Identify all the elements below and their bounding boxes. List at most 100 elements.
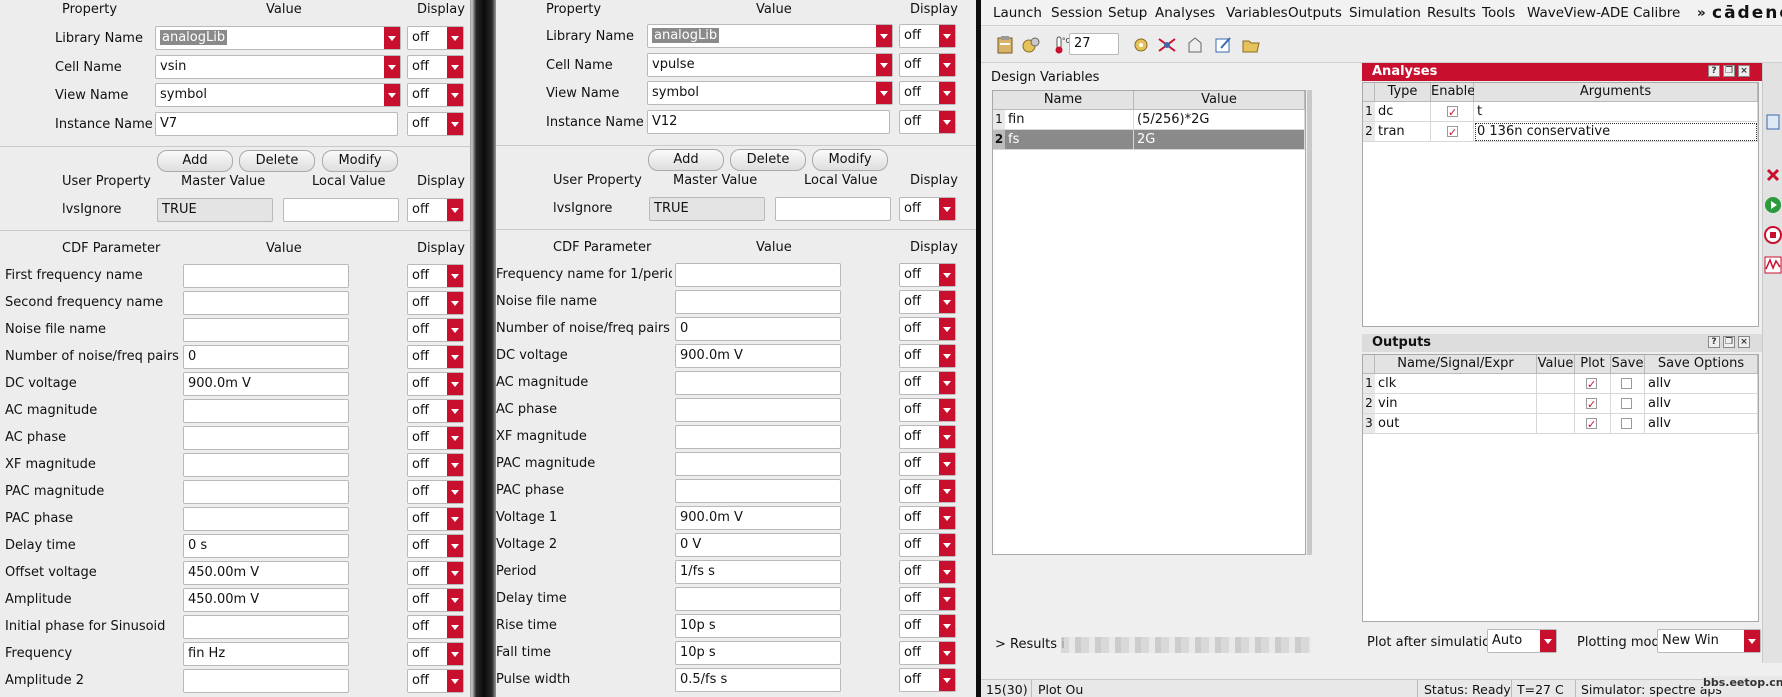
delete-button[interactable]: Delete — [239, 150, 315, 172]
display-select[interactable]: off — [899, 263, 956, 287]
netlist-icon[interactable] — [1185, 35, 1205, 55]
cdf-parameter-input[interactable] — [675, 479, 841, 503]
side-tool-icon[interactable] — [1764, 112, 1782, 132]
cdf-parameter-input[interactable] — [183, 399, 349, 423]
close-icon[interactable]: × — [1738, 336, 1750, 348]
out-save-cell[interactable] — [1611, 414, 1645, 434]
display-select[interactable]: off — [407, 55, 464, 79]
display-select[interactable]: off — [899, 53, 956, 77]
display-select[interactable]: off — [899, 587, 956, 611]
temperature-input[interactable]: 27 — [1069, 33, 1119, 55]
display-select[interactable]: off — [407, 198, 464, 222]
out-plot-cell[interactable] — [1575, 394, 1611, 414]
cdf-parameter-input[interactable]: 10p s — [675, 641, 841, 665]
menu-analyses[interactable]: Analyses — [1155, 5, 1215, 21]
cdf-parameter-input[interactable] — [183, 426, 349, 450]
property-value-combo[interactable]: vsin — [155, 55, 401, 79]
an-col-enable[interactable]: Enable — [1431, 83, 1475, 102]
out-save-cell[interactable] — [1611, 394, 1645, 414]
out-opts-cell[interactable]: allv — [1645, 374, 1758, 394]
plot-checkbox[interactable] — [1586, 375, 1597, 393]
plot-checkbox[interactable] — [1586, 415, 1597, 433]
cdf-parameter-input[interactable]: 0 s — [183, 534, 349, 558]
results-label[interactable]: > Results i — [995, 637, 1065, 652]
cdf-parameter-input[interactable] — [675, 290, 841, 314]
display-select[interactable]: off — [899, 398, 956, 422]
save-checkbox[interactable] — [1621, 378, 1632, 389]
settings-gear-icon[interactable] — [1131, 35, 1151, 55]
display-select[interactable]: off — [899, 479, 956, 503]
instance-name-input[interactable]: V12 — [647, 110, 890, 134]
out-plot-cell[interactable] — [1575, 374, 1611, 394]
dv-col-name[interactable]: Name — [993, 91, 1134, 110]
display-select[interactable]: off — [407, 480, 464, 504]
display-select[interactable]: off — [407, 426, 464, 450]
add-button[interactable]: Add — [157, 150, 233, 172]
pane-splitter[interactable] — [470, 0, 496, 697]
plot-after-simulation-select[interactable]: Auto — [1487, 629, 1557, 653]
an-col-type[interactable]: Type — [1375, 83, 1431, 102]
instance-name-input[interactable]: V7 — [155, 112, 398, 136]
menu-variables[interactable]: Variables — [1226, 5, 1288, 21]
cdf-parameter-input[interactable] — [183, 669, 349, 693]
display-select[interactable]: off — [407, 345, 464, 369]
display-select[interactable]: off — [407, 83, 464, 107]
display-select[interactable]: off — [899, 24, 956, 48]
menu-session[interactable]: Session — [1051, 5, 1103, 21]
display-select[interactable]: off — [899, 641, 956, 665]
cdf-parameter-input[interactable] — [183, 507, 349, 531]
cdf-parameter-input[interactable]: 10p s — [675, 614, 841, 638]
property-value-combo[interactable]: analogLib — [155, 26, 401, 50]
schematic-probe-icon[interactable] — [1157, 35, 1177, 55]
cdf-parameter-input[interactable]: 900.0m V — [675, 506, 841, 530]
out-col-plot[interactable]: Plot — [1575, 355, 1611, 374]
display-select[interactable]: off — [899, 560, 956, 584]
out-col-value[interactable]: Value — [1537, 355, 1575, 374]
cdf-parameter-input[interactable]: 0 — [183, 345, 349, 369]
display-select[interactable]: off — [407, 318, 464, 342]
run-simulation-icon[interactable] — [1764, 195, 1782, 215]
out-name-cell[interactable]: vin — [1375, 394, 1537, 414]
cdf-parameter-input[interactable]: 450.00m V — [183, 588, 349, 612]
display-select[interactable]: off — [407, 291, 464, 315]
dv-value-cell-selected[interactable]: 2G — [1134, 130, 1305, 150]
display-select[interactable]: off — [407, 399, 464, 423]
dv-scrollbar[interactable] — [1307, 90, 1312, 555]
help-icon[interactable]: ? — [1708, 336, 1720, 348]
close-icon[interactable]: × — [1738, 65, 1750, 77]
edit-form-icon[interactable] — [1213, 35, 1233, 55]
cdf-parameter-input[interactable]: 900.0m V — [183, 372, 349, 396]
cdf-parameter-input[interactable] — [675, 452, 841, 476]
save-checkbox[interactable] — [1621, 398, 1632, 409]
cdf-parameter-input[interactable] — [183, 318, 349, 342]
plotting-mode-select[interactable]: New Win — [1657, 629, 1761, 653]
display-select[interactable]: off — [899, 614, 956, 638]
stop-simulation-icon[interactable] — [1764, 225, 1782, 245]
menu-calibre[interactable]: Calibre — [1633, 5, 1680, 21]
an-args-cell[interactable]: t — [1474, 102, 1758, 122]
float-icon[interactable]: ❐ — [1723, 65, 1735, 77]
cdf-parameter-input[interactable]: 450.00m V — [183, 561, 349, 585]
out-col-save-options[interactable]: Save Options — [1645, 355, 1758, 374]
out-name-cell[interactable]: clk — [1375, 374, 1537, 394]
enable-checkbox[interactable] — [1447, 123, 1458, 141]
property-value-combo[interactable]: symbol — [647, 81, 893, 105]
session-clipboard-icon[interactable] — [995, 35, 1015, 55]
local-value-input[interactable] — [283, 198, 399, 222]
display-select[interactable]: off — [407, 561, 464, 585]
cdf-parameter-input[interactable]: 0 V — [675, 533, 841, 557]
dv-name-cell[interactable]: fin — [1005, 110, 1134, 130]
menu-outputs[interactable]: Outputs — [1288, 5, 1342, 21]
display-select[interactable]: off — [899, 452, 956, 476]
property-value-combo[interactable]: vpulse — [647, 53, 893, 77]
an-type-cell[interactable]: dc — [1375, 102, 1431, 122]
cdf-parameter-input[interactable] — [675, 371, 841, 395]
out-opts-cell[interactable]: allv — [1645, 414, 1758, 434]
cdf-parameter-input[interactable] — [183, 453, 349, 477]
out-opts-cell[interactable]: allv — [1645, 394, 1758, 414]
cdf-parameter-input[interactable] — [675, 587, 841, 611]
menu-launch[interactable]: Launch — [993, 5, 1042, 21]
display-select[interactable]: off — [407, 453, 464, 477]
an-enable-cell[interactable] — [1431, 122, 1474, 142]
plot-checkbox[interactable] — [1586, 395, 1597, 413]
